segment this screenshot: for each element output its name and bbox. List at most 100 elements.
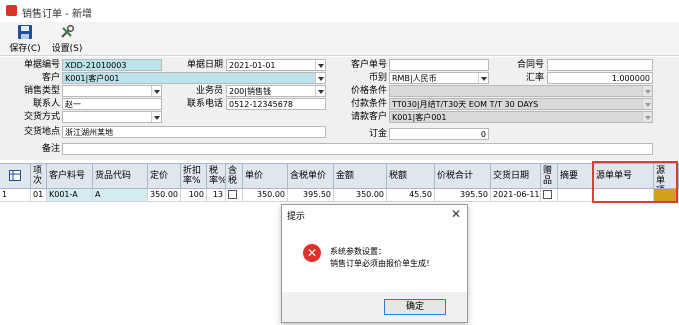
cell-unit-price[interactable]: 350.00 xyxy=(243,189,288,201)
cust-order-label: 客户单号 xyxy=(350,60,387,70)
contract-label: 合同号 xyxy=(516,60,544,70)
col-header-tax-unit-price[interactable]: 含税单价 xyxy=(288,164,334,188)
chevron-down-icon[interactable] xyxy=(151,112,161,122)
cell-summary[interactable] xyxy=(558,189,594,201)
contact-label: 联系人 xyxy=(32,99,60,109)
price-cond-field[interactable] xyxy=(389,85,653,97)
order-header-form: 单据编号 XDD-21010003 单据日期 2021-01-01 客户单号 合… xyxy=(0,57,679,160)
col-header-tax-rate[interactable]: 税率% xyxy=(207,164,226,188)
col-header-unit-price[interactable]: 单价 xyxy=(243,164,288,188)
row-number: 1 xyxy=(0,189,31,201)
currency-value: RMB|人民币 xyxy=(392,74,437,83)
cell-cust-part[interactable]: K001-A xyxy=(47,189,93,201)
customer-label: 客户 xyxy=(41,73,60,83)
salesman-field[interactable]: 200|销售钱 xyxy=(226,85,326,97)
contract-field[interactable] xyxy=(547,59,653,71)
chevron-down-icon[interactable] xyxy=(315,86,325,96)
chevron-down-icon[interactable] xyxy=(151,86,161,96)
pay-cond-field[interactable]: TT030|月结T/T30天 EOM T/T 30 DAYS xyxy=(389,98,653,110)
cell-delivery-date[interactable]: 2021-06-11 xyxy=(491,189,541,201)
doc-no-label: 单据编号 xyxy=(23,60,60,70)
delivery-place-label: 交货地点 xyxy=(23,127,60,137)
error-icon: ✕ xyxy=(303,244,321,262)
highlight-box xyxy=(592,161,678,203)
bill-cust-label: 请款客户 xyxy=(350,112,387,122)
currency-field[interactable]: RMB|人民币 xyxy=(389,72,489,84)
col-header-total[interactable]: 价税合计 xyxy=(435,164,491,188)
rate-label: 汇率 xyxy=(525,73,544,83)
col-header-gift[interactable]: 赠品 xyxy=(541,164,558,188)
delivery-method-label: 交货方式 xyxy=(23,112,60,122)
salesman-label: 业务员 xyxy=(195,86,223,96)
ok-button[interactable]: 确定 xyxy=(384,299,446,315)
sales-type-label: 销售类型 xyxy=(23,86,60,96)
grid-header: 项次 客户料号 货品代码 定价 折扣率% 税率% 含税 单价 含税单价 金额 税… xyxy=(0,163,679,189)
close-icon[interactable]: ✕ xyxy=(451,207,461,221)
col-header-discount[interactable]: 折扣率% xyxy=(181,164,207,188)
col-header-amount[interactable]: 金额 xyxy=(334,164,387,188)
tax-included-checkbox[interactable] xyxy=(228,190,237,199)
chevron-down-icon[interactable] xyxy=(642,99,652,109)
col-header-tax-included[interactable]: 含税 xyxy=(226,164,243,188)
gift-checkbox[interactable] xyxy=(543,190,552,199)
cell-amount[interactable]: 350.00 xyxy=(334,189,387,201)
dialog-footer: 确定 xyxy=(282,292,467,322)
col-header-item-code[interactable]: 货品代码 xyxy=(93,164,148,188)
save-label: 保存(C) xyxy=(9,44,41,54)
cell-tax-unit-price[interactable]: 395.50 xyxy=(288,189,334,201)
col-header-summary[interactable]: 摘要 xyxy=(558,164,594,188)
save-icon xyxy=(18,25,32,39)
deposit-label: 订金 xyxy=(368,129,387,139)
settings-button[interactable]: 设置(S) xyxy=(50,24,84,54)
contact-field[interactable]: 赵一 xyxy=(62,98,162,110)
chevron-down-icon[interactable] xyxy=(642,86,652,96)
cell-gift[interactable] xyxy=(541,189,558,201)
cell-item-code[interactable]: A xyxy=(93,189,148,201)
settings-label: 设置(S) xyxy=(51,44,83,54)
price-cond-label: 价格条件 xyxy=(350,86,387,96)
phone-label: 联系电话 xyxy=(186,99,223,109)
chevron-down-icon[interactable] xyxy=(315,73,325,83)
cell-tax-rate[interactable]: 13 xyxy=(207,189,226,201)
table-row[interactable]: 1 01 K001-A A 350.00 100 13 350.00 395.5… xyxy=(0,189,679,202)
cust-order-field[interactable] xyxy=(389,59,489,71)
remark-field[interactable] xyxy=(62,143,653,155)
cell-total[interactable]: 395.50 xyxy=(435,189,491,201)
cell-discount[interactable]: 100 xyxy=(181,189,207,201)
col-header-seq[interactable]: 项次 xyxy=(31,164,47,188)
tools-icon xyxy=(61,24,75,38)
pay-cond-value: TT030|月结T/T30天 EOM T/T 30 DAYS xyxy=(392,100,539,109)
cell-tax-included[interactable] xyxy=(226,189,243,201)
rate-field[interactable]: 1.000000 xyxy=(547,72,653,84)
deposit-field[interactable]: 0 xyxy=(389,128,489,140)
salesman-value: 200|销售钱 xyxy=(229,87,271,96)
doc-date-field[interactable]: 2021-01-01 xyxy=(226,59,326,71)
bill-cust-value: K001|客户001 xyxy=(392,113,447,122)
cell-seq[interactable]: 01 xyxy=(31,189,47,201)
dialog-message-line1: 系统参数设置： xyxy=(330,247,386,256)
delivery-method-field[interactable] xyxy=(62,111,162,123)
col-header-tax[interactable]: 税额 xyxy=(387,164,435,188)
col-header-list-price[interactable]: 定价 xyxy=(148,164,181,188)
delivery-place-field[interactable]: 浙江湖州某地 xyxy=(62,126,326,138)
sales-type-field[interactable] xyxy=(62,85,162,97)
phone-field[interactable]: 0512-12345678 xyxy=(226,98,326,110)
bill-cust-field[interactable]: K001|客户001 xyxy=(389,111,653,123)
col-header-delivery-date[interactable]: 交货日期 xyxy=(491,164,541,188)
doc-no-field[interactable]: XDD-21010003 xyxy=(62,59,162,71)
title-bar: 销售订单 - 新增 xyxy=(0,0,679,22)
customer-field[interactable]: K001|客户001 xyxy=(62,72,326,84)
pay-cond-label: 付款条件 xyxy=(350,99,387,109)
cell-list-price[interactable]: 350.00 xyxy=(148,189,181,201)
grid-menu-icon[interactable] xyxy=(0,164,31,188)
remark-label: 备注 xyxy=(41,144,60,154)
save-button[interactable]: 保存(C) xyxy=(8,24,42,54)
chevron-down-icon[interactable] xyxy=(315,60,325,70)
app-icon xyxy=(6,5,17,16)
customer-value: K001|客户001 xyxy=(65,74,120,83)
col-header-cust-part[interactable]: 客户料号 xyxy=(47,164,93,188)
doc-date-value: 2021-01-01 xyxy=(229,61,276,70)
cell-tax[interactable]: 45.50 xyxy=(387,189,435,201)
message-dialog: 提示 ✕ ✕ 系统参数设置： 销售订单必须由报价单生成！ 确定 xyxy=(281,204,468,323)
chevron-down-icon[interactable] xyxy=(642,112,652,122)
